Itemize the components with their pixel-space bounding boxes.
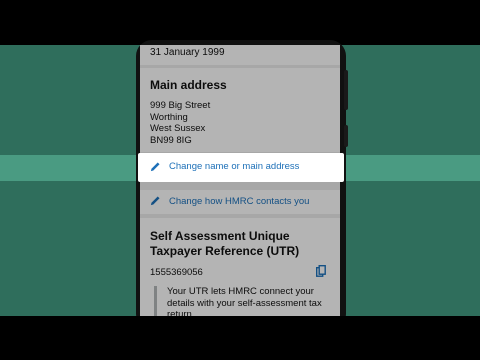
- pencil-icon: [150, 196, 160, 206]
- date-of-birth-card: 31 January 1999: [140, 45, 340, 65]
- change-contacts-link[interactable]: Change how HMRC contacts you: [140, 190, 340, 214]
- utr-heading: Self Assessment Unique Taxpayer Referenc…: [150, 229, 300, 258]
- date-of-birth-value: 31 January 1999: [150, 47, 225, 58]
- highlight-stripe-right: [344, 155, 480, 181]
- utr-number: 1555369056: [150, 267, 203, 278]
- change-address-link[interactable]: Change name or main address: [138, 153, 344, 182]
- main-address-card: Main address 999 Big Street Worthing Wes…: [140, 68, 340, 152]
- main-address-heading: Main address: [150, 78, 227, 92]
- address-postcode: BN99 8IG: [150, 134, 192, 146]
- copy-icon[interactable]: [316, 265, 326, 277]
- highlight-stripe-left: [0, 155, 138, 181]
- phone-side-button: [344, 125, 348, 147]
- pencil-icon: [150, 162, 160, 172]
- utr-info-text: Your UTR lets HMRC connect your details …: [154, 286, 340, 316]
- phone-side-button: [344, 70, 348, 110]
- change-address-label: Change name or main address: [169, 161, 300, 172]
- address-line-3: West Sussex: [150, 123, 206, 134]
- change-contacts-label: Change how HMRC contacts you: [169, 196, 310, 207]
- address-line-1: 999 Big Street: [150, 100, 211, 111]
- utr-card: Self Assessment Unique Taxpayer Referenc…: [140, 218, 340, 316]
- letterbox-top: [0, 0, 480, 45]
- address-line-2: Worthing: [150, 111, 188, 123]
- letterbox-bottom: [0, 316, 480, 360]
- main-address-lines: 999 Big Street Worthing West Sussex BN99…: [150, 100, 210, 146]
